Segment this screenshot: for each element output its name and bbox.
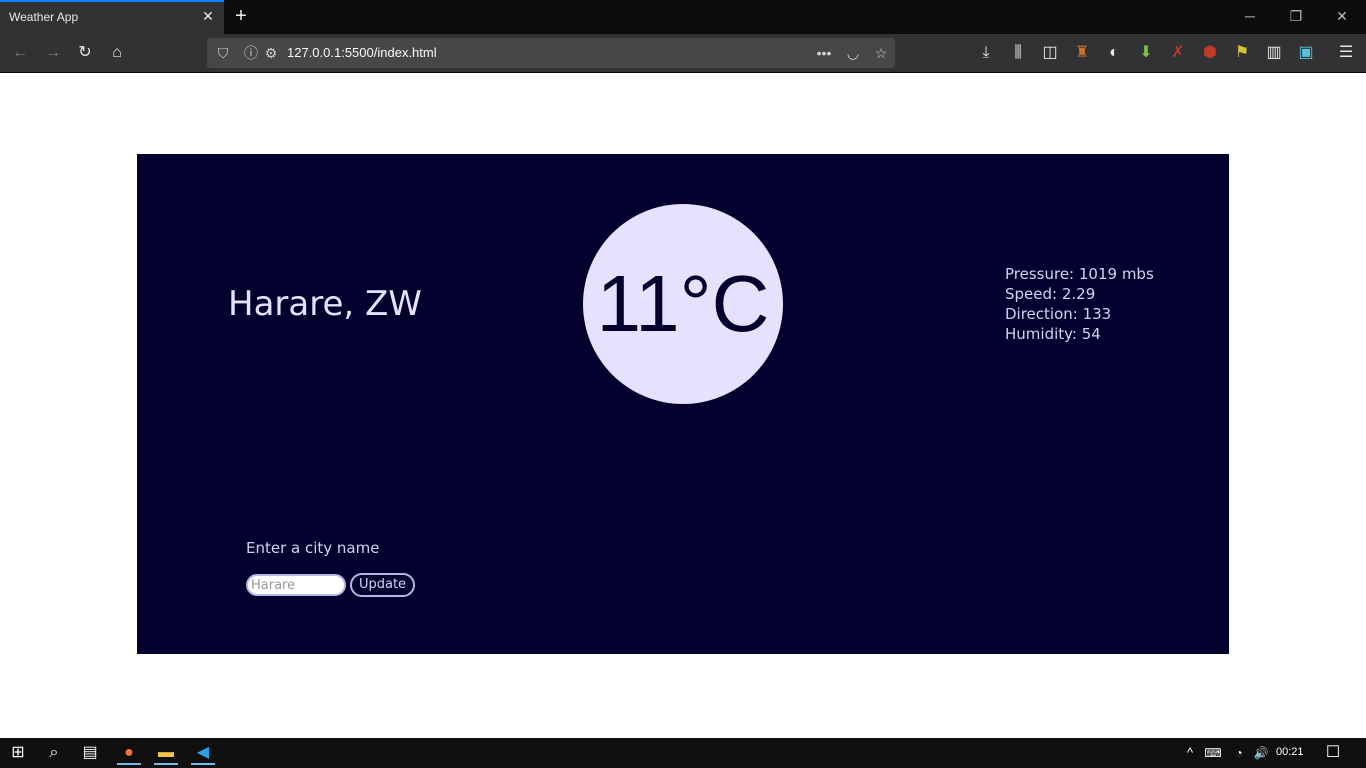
forward-icon[interactable]: → (41, 42, 65, 64)
active-app-indicator (154, 763, 178, 765)
clock[interactable]: 00:21 (1276, 746, 1304, 758)
home-icon[interactable]: ⌂ (105, 42, 129, 64)
tab-title: Weather App (9, 10, 79, 24)
weather-stats: Pressure: 1019 mbs Speed: 2.29 Direction… (1005, 264, 1154, 344)
navigation-toolbar: ← → ↻ ⌂ ⛉ ⓘ ⚙ 127.0.0.1:5500/index.html … (0, 34, 1366, 73)
vscode-icon[interactable]: ◀ (188, 741, 218, 765)
active-app-indicator (117, 763, 141, 765)
tab-bar: Weather App ✕ + ─ ❐ ✕ (0, 0, 1366, 34)
minimize-icon[interactable]: ─ (1238, 6, 1262, 26)
url-text[interactable]: 127.0.0.1:5500/index.html (287, 45, 437, 60)
city-name: Harare, ZW (228, 284, 422, 324)
temperature-value: 11°C (596, 259, 770, 348)
close-tab-icon[interactable]: ✕ (200, 8, 216, 24)
extension-icon[interactable]: ▣ (1294, 42, 1318, 64)
task-view-icon[interactable]: ▤ (75, 741, 105, 765)
file-explorer-icon[interactable]: ▬ (151, 741, 181, 765)
permissions-icon[interactable]: ⚙ (261, 43, 281, 63)
search-icon[interactable]: ⌕ (39, 741, 69, 765)
back-icon[interactable]: ← (8, 42, 32, 64)
extension-icon[interactable]: ◐ (1102, 42, 1126, 64)
weather-card: Harare, ZW 11°C Pressure: 1019 mbs Speed… (137, 154, 1229, 654)
bookmark-star-icon[interactable]: ☆ (871, 43, 891, 63)
download-helper-icon[interactable]: ⬇ (1134, 42, 1158, 64)
shield-icon[interactable]: ⛉ (213, 43, 233, 63)
site-info-icon[interactable]: ⓘ (241, 43, 261, 63)
direction-stat: Direction: 133 (1005, 305, 1112, 323)
page-viewport: Harare, ZW 11°C Pressure: 1019 mbs Speed… (0, 73, 1366, 738)
pressure-stat: Pressure: 1019 mbs (1005, 265, 1154, 283)
ublock-icon[interactable]: ⬢ (1198, 42, 1222, 64)
firefox-icon[interactable]: ● (114, 741, 144, 765)
extension-icon[interactable]: ✗ (1166, 42, 1190, 64)
active-app-indicator (191, 763, 215, 765)
url-bar[interactable]: ⛉ ⓘ ⚙ 127.0.0.1:5500/index.html ••• ◡ ☆ (207, 38, 895, 68)
start-icon[interactable]: ⊞ (3, 741, 33, 765)
restore-icon[interactable]: ❐ (1284, 6, 1308, 26)
extension-icon[interactable]: ♜ (1070, 42, 1094, 64)
tab-weather-app[interactable]: Weather App ✕ (0, 0, 224, 34)
notifications-icon[interactable]: ☐ (1318, 741, 1348, 765)
menu-icon[interactable]: ☰ (1334, 42, 1358, 64)
extension-icon[interactable]: ▥ (1262, 42, 1286, 64)
taskbar: ⊞ ⌕ ▤ ● ▬ ◀ ^ ⌨ ◔ 🔊 00:21 ☐ (0, 738, 1366, 768)
tab-active-indicator (0, 0, 224, 2)
pocket-icon[interactable]: ◡ (843, 43, 863, 63)
update-button[interactable]: Update (350, 573, 415, 597)
extension-icon[interactable]: ⚑ (1230, 42, 1254, 64)
city-input[interactable] (246, 574, 346, 596)
downloads-icon[interactable]: ⤓ (974, 42, 998, 64)
humidity-stat: Humidity: 54 (1005, 325, 1101, 343)
city-input-label: Enter a city name (246, 539, 380, 557)
volume-icon[interactable]: 🔊 (1246, 741, 1276, 765)
temperature-circle: 11°C (583, 204, 783, 404)
speed-stat: Speed: 2.29 (1005, 285, 1096, 303)
reload-icon[interactable]: ↻ (73, 42, 97, 64)
new-tab-button[interactable]: + (230, 5, 252, 27)
sidebar-icon[interactable]: ◫ (1038, 42, 1062, 64)
close-window-icon[interactable]: ✕ (1330, 6, 1354, 26)
page-actions-icon[interactable]: ••• (814, 43, 834, 63)
library-icon[interactable]: ⫼ (1006, 42, 1030, 64)
